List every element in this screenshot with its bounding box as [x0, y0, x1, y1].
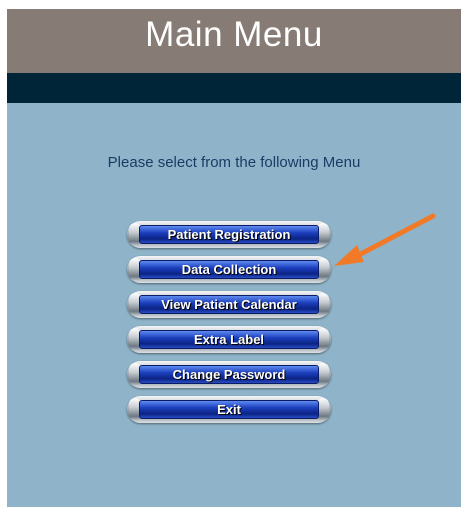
- header-divider-bar: [7, 73, 461, 103]
- button-label: Change Password: [172, 367, 286, 382]
- menu-button-list: Patient Registration Data Collection Vie…: [127, 220, 331, 430]
- view-patient-calendar-button[interactable]: View Patient Calendar: [127, 290, 331, 320]
- page-title: Main Menu: [145, 15, 323, 54]
- exit-button[interactable]: Exit: [127, 395, 331, 425]
- button-label: Patient Registration: [167, 227, 291, 242]
- button-label: Data Collection: [181, 262, 277, 277]
- main-menu-window: Main Menu Please select from the followi…: [7, 9, 461, 507]
- button-label: View Patient Calendar: [161, 297, 297, 312]
- patient-registration-button[interactable]: Patient Registration: [127, 220, 331, 250]
- title-bar: Main Menu: [7, 9, 461, 73]
- change-password-button[interactable]: Change Password: [127, 360, 331, 390]
- data-collection-button[interactable]: Data Collection: [127, 255, 331, 285]
- extra-label-button[interactable]: Extra Label: [127, 325, 331, 355]
- button-label: Extra Label: [193, 332, 265, 347]
- button-label: Exit: [217, 402, 241, 417]
- menu-prompt: Please select from the following Menu: [107, 154, 361, 171]
